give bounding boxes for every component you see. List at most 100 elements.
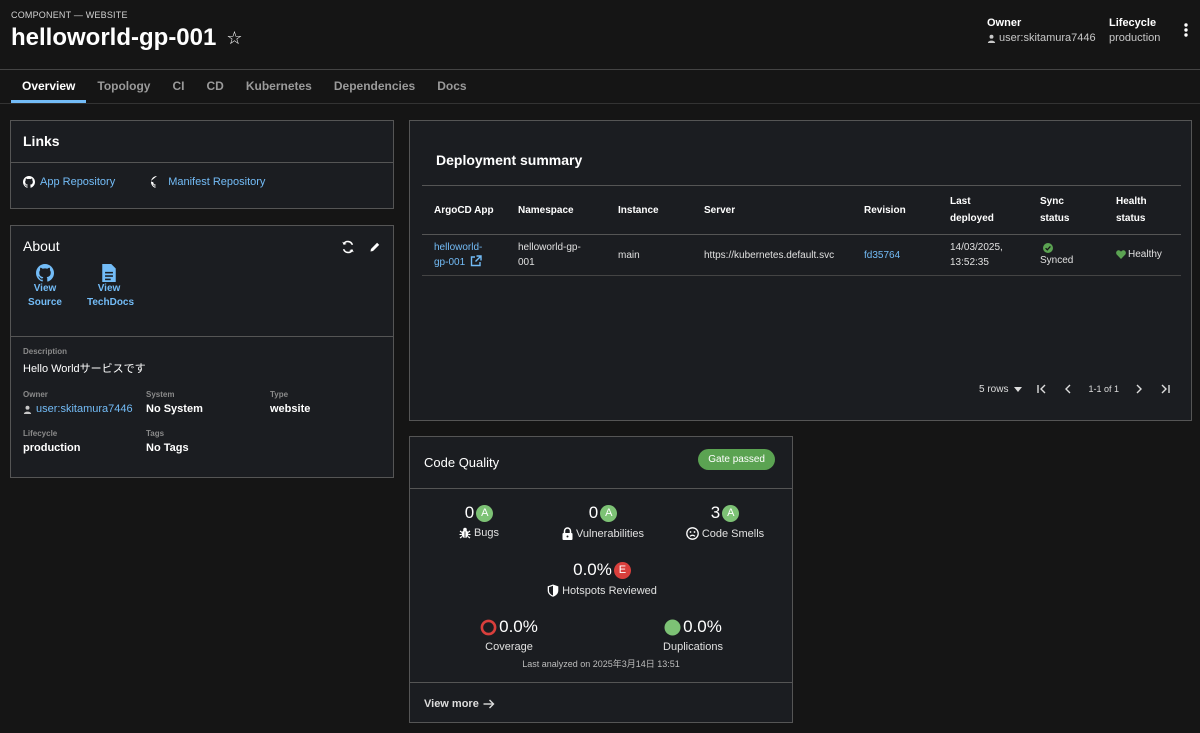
external-link-icon [470, 255, 482, 267]
vulnerabilities-value: 0 [588, 503, 599, 522]
owner-meta: Owner user:skitamura7446 [987, 17, 1096, 44]
kebab-menu-icon[interactable] [1178, 20, 1194, 40]
pagination: 5 rows 1-1 of 1 [979, 383, 1171, 395]
vulnerabilities-metric[interactable]: 0 A Vulnerabilities [553, 503, 653, 540]
code-smells-grade: A [722, 504, 740, 522]
instance-cell: main [606, 234, 692, 276]
column-header[interactable]: Instance [606, 185, 692, 235]
tab-docs[interactable]: Docs [426, 70, 477, 103]
health-status-cell: Healthy [1104, 234, 1181, 276]
coverage-metric[interactable]: 0.0% Coverage [464, 617, 554, 653]
app-repository-label: App Repository [40, 176, 116, 188]
duplications-value: 0.0% [683, 617, 722, 636]
argocd-app-link[interactable]: helloworld-gp-001 [434, 242, 482, 268]
app-repository-link[interactable]: App Repository [23, 176, 115, 188]
code-smells-metric[interactable]: 3 A Code Smells [680, 503, 770, 540]
rows-per-page-select[interactable]: 5 rows [979, 384, 1023, 395]
owner-value-row: user:skitamura7446 [23, 403, 146, 415]
quality-gate-badge: Gate passed [698, 449, 775, 470]
code-quality-title: Code Quality [424, 455, 500, 470]
vulnerabilities-grade: A [600, 504, 618, 522]
previous-page-icon[interactable] [1062, 383, 1074, 395]
tab-kubernetes[interactable]: Kubernetes [235, 70, 323, 103]
tags-label: Tags [146, 429, 165, 438]
next-page-icon[interactable] [1133, 383, 1145, 395]
page-header: COMPONENT — WEBSITE helloworld-gp-001 ☆ … [0, 0, 1200, 70]
hotspots-metric[interactable]: 0.0% E Hotspots Reviewed [534, 560, 670, 597]
owner-label: Owner [23, 390, 48, 399]
tab-dependencies[interactable]: Dependencies [323, 70, 426, 103]
tab-bar: Overview Topology CI CD Kubernetes Depen… [0, 70, 1200, 104]
lifecycle-label: Lifecycle [23, 429, 58, 438]
manifest-repository-link[interactable]: Manifest Repository [151, 176, 265, 188]
duplications-metric[interactable]: 0.0% Duplications [648, 617, 738, 653]
tab-cd[interactable]: CD [195, 70, 234, 103]
about-fields: Owner user:skitamura7446 System No Syste… [23, 390, 381, 454]
health-status: Healthy [1116, 247, 1162, 262]
refresh-icon[interactable] [341, 240, 355, 254]
sync-status-cell: Synced [1028, 234, 1104, 276]
column-header[interactable]: Last deployed [938, 185, 1028, 235]
duplications-label: Duplications [663, 641, 723, 653]
owner-field: Owner user:skitamura7446 [23, 390, 146, 415]
view-more-link[interactable]: View more [424, 698, 495, 710]
links-card: Links App Repository Manifest Repository [10, 120, 394, 209]
document-icon [101, 264, 117, 282]
duplications-dot-icon [664, 619, 681, 636]
tab-overview[interactable]: Overview [11, 70, 87, 103]
vulnerabilities-label: Vulnerabilities [575, 527, 645, 540]
last-deployed-time: 13:52:35 [950, 257, 989, 268]
last-deployed-date: 14/03/2025, [950, 242, 1003, 253]
column-header[interactable]: Revision [852, 185, 938, 235]
namespace-cell: helloworld-gp-001 [506, 234, 606, 276]
first-page-icon[interactable] [1036, 383, 1048, 395]
links-list: App Repository Manifest Repository [11, 163, 393, 201]
owner-label: Owner [987, 17, 1022, 29]
coverage-ring-icon [480, 619, 497, 636]
column-header[interactable]: Health status [1104, 185, 1181, 235]
code-smells-value: 3 [710, 503, 721, 522]
user-icon [987, 34, 996, 43]
entity-kind: COMPONENT — WEBSITE [11, 10, 128, 20]
shield-icon [547, 584, 559, 597]
description-value: Hello Worldサービスです [23, 363, 146, 375]
table-header-row: ArgoCD App Namespace Instance Server Rev… [422, 185, 1181, 235]
github-icon [151, 176, 163, 188]
last-page-icon[interactable] [1159, 383, 1171, 395]
type-value: website [270, 403, 311, 415]
tab-topology[interactable]: Topology [86, 70, 161, 103]
column-header[interactable]: Sync status [1028, 185, 1104, 235]
column-header[interactable]: Server [692, 185, 852, 235]
bugs-metric[interactable]: 0 A Bugs [438, 503, 520, 539]
column-header[interactable]: ArgoCD App [422, 185, 506, 235]
about-links: View Source View TechDocs [23, 264, 134, 310]
heart-icon [1116, 249, 1126, 259]
arrow-right-icon [483, 699, 495, 709]
hotspots-label: Hotspots Reviewed [562, 584, 657, 597]
code-quality-card: Code Quality Gate passed 0 A Bugs 0 A Vu… [409, 436, 793, 723]
edit-icon[interactable] [369, 240, 381, 254]
last-analyzed-text: Last analyzed on 2025年3月14日 13:51 [522, 659, 680, 669]
column-header[interactable]: Namespace [506, 185, 606, 235]
tab-ci[interactable]: CI [161, 70, 195, 103]
last-deployed-cell: 14/03/2025, 13:52:35 [938, 234, 1028, 276]
type-label: Type [270, 390, 289, 399]
code-quality-footer: View more [410, 682, 792, 723]
frown-face-icon [685, 527, 699, 540]
manifest-repository-label: Manifest Repository [168, 176, 266, 188]
health-status-text: Healthy [1128, 248, 1162, 260]
server-cell: https://kubernetes.default.svc [692, 234, 852, 276]
revision-link[interactable]: fd35764 [864, 250, 900, 261]
view-techdocs-link[interactable]: View TechDocs [87, 264, 134, 310]
star-icon[interactable]: ☆ [226, 28, 242, 49]
view-more-label: View more [424, 698, 479, 710]
owner-link[interactable]: user:skitamura7446 [36, 403, 133, 415]
about-actions [341, 240, 381, 254]
lifecycle-meta: Lifecycle production [1109, 17, 1160, 44]
owner-value-row: user:skitamura7446 [987, 32, 1096, 44]
system-field: System No System [146, 390, 270, 415]
view-source-link[interactable]: View Source [23, 264, 67, 310]
owner-value[interactable]: user:skitamura7446 [999, 32, 1096, 44]
bug-icon [459, 527, 471, 539]
user-icon [23, 405, 32, 414]
